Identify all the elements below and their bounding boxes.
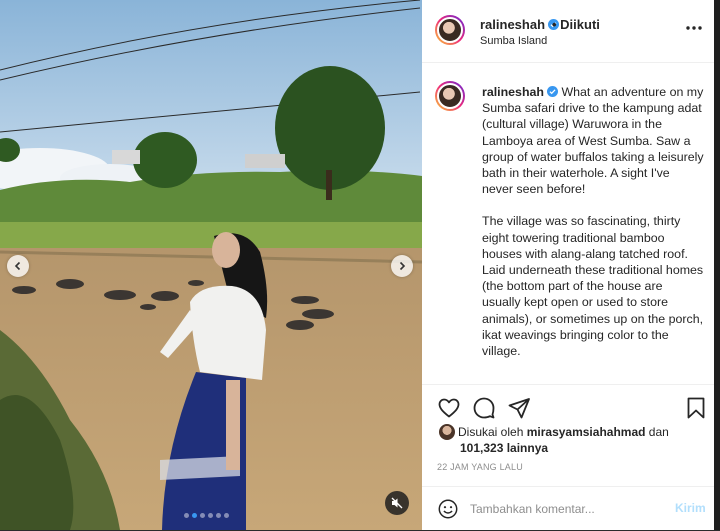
bookmark-icon[interactable] [684,396,708,420]
comment-icon[interactable] [472,396,496,420]
likes-count[interactable]: 101,323 lainnya [439,440,709,456]
post-media[interactable] [0,0,422,530]
more-options-icon[interactable] [686,26,702,30]
post-side-panel: ralineshah • Diikuti Sumba Island raline… [422,0,720,530]
avatar[interactable] [435,15,465,45]
post-photo [0,0,422,530]
post-header: ralineshah • Diikuti Sumba Island [422,0,720,63]
comment-form: Kirim [422,486,720,531]
post-timestamp[interactable]: 22 JAM YANG LALU [437,462,523,472]
likes-prefix: Disukai oleh [458,425,524,439]
carousel-dot [216,513,221,518]
caption-paragraph-2: The village was so fascinating, thirty e… [482,214,704,359]
likes-and: dan [648,425,669,439]
carousel-dots [184,513,229,518]
emoji-icon[interactable] [437,498,459,520]
carousel-dot [224,513,229,518]
carousel-dot [184,513,189,518]
username-link[interactable]: ralineshah [480,17,560,32]
page-scrollbar[interactable] [714,0,720,530]
heart-icon[interactable] [437,396,461,420]
location-link[interactable]: Sumba Island [480,35,547,47]
carousel-prev-button[interactable] [7,255,29,277]
caption-avatar[interactable] [435,81,465,111]
verified-badge-icon [546,86,558,97]
liker-avatar [439,424,455,440]
caption-paragraph-1: What an adventure on my Sumba safari dri… [482,85,704,197]
follow-status[interactable]: • Diikuti [552,17,600,32]
carousel-dot [200,513,205,518]
carousel-dot [208,513,213,518]
username-text: ralineshah [480,17,546,32]
caption-username[interactable]: ralineshah [482,85,544,99]
chevron-left-icon [14,261,21,271]
post-comment-button[interactable]: Kirim [675,501,706,515]
liker-username[interactable]: mirasyamsiahahmad [527,425,646,439]
likes-summary[interactable]: Disukai oleh mirasyamsiahahmad dan 101,3… [439,424,709,456]
comment-input[interactable] [470,499,660,519]
comments-area[interactable]: ralineshah What an adventure on my Sumba… [422,63,720,381]
carousel-dot-active [192,513,197,518]
post-caption: ralineshah What an adventure on my Sumba… [482,84,704,375]
mute-button[interactable] [385,491,409,515]
muted-speaker-icon [391,497,403,509]
carousel-next-button[interactable] [391,255,413,277]
chevron-right-icon [399,261,406,271]
paper-plane-icon[interactable] [507,396,531,420]
